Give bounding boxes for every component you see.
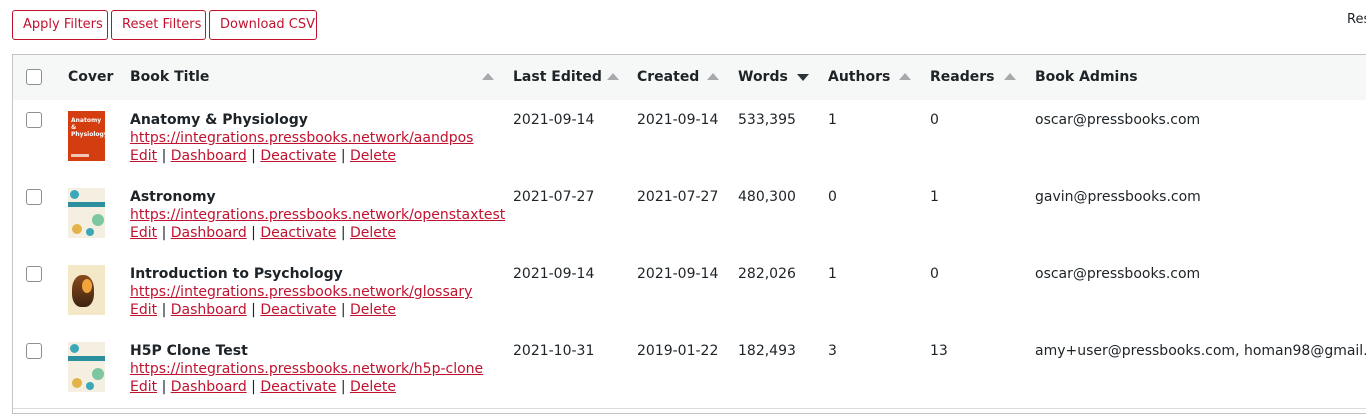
edit-link[interactable]: Edit (130, 225, 157, 241)
book-cover-image (68, 342, 105, 392)
row-checkbox[interactable] (26, 189, 42, 205)
select-all-checkbox[interactable] (26, 69, 42, 85)
column-header-authors[interactable]: Authors (828, 55, 890, 100)
delete-link[interactable]: Delete (350, 302, 396, 318)
column-header-words[interactable]: Words (738, 55, 788, 100)
table-row: Introduction to Psychology https://integ… (13, 254, 1366, 332)
last-edited-cell: 2021-10-31 (513, 343, 595, 359)
book-title: H5P Clone Test (130, 343, 248, 359)
download-csv-button[interactable]: Download CSV (209, 10, 317, 40)
sort-arrow-icon[interactable] (482, 73, 494, 80)
column-header-book-title[interactable]: Book Title (130, 55, 209, 100)
authors-cell: 0 (828, 189, 837, 205)
dashboard-link[interactable]: Dashboard (171, 302, 247, 318)
dashboard-link[interactable]: Dashboard (171, 379, 247, 395)
deactivate-link[interactable]: Deactivate (260, 379, 336, 395)
authors-cell: 3 (828, 343, 837, 359)
book-url-link[interactable]: https://integrations.pressbooks.network/… (130, 130, 473, 146)
book-cover-image (68, 265, 105, 315)
edit-link[interactable]: Edit (130, 379, 157, 395)
book-url-link[interactable]: https://integrations.pressbooks.network/… (130, 284, 472, 300)
words-cell: 480,300 (738, 189, 796, 205)
filter-toolbar: Apply Filters Reset Filters Download CSV (12, 10, 317, 40)
last-edited-cell: 2021-09-14 (513, 112, 595, 128)
sort-arrow-icon[interactable] (899, 73, 911, 80)
created-cell: 2019-01-22 (637, 343, 719, 359)
books-table: Cover Book Title Last Edited Created Wor… (12, 54, 1366, 414)
row-actions: Edit | Dashboard | Deactivate | Delete (130, 225, 396, 241)
table-row: H5P Clone Test https://integrations.pres… (13, 331, 1366, 409)
dashboard-link[interactable]: Dashboard (171, 148, 247, 164)
deactivate-link[interactable]: Deactivate (260, 148, 336, 164)
words-cell: 282,026 (738, 266, 796, 282)
row-checkbox[interactable] (26, 112, 42, 128)
last-edited-cell: 2021-07-27 (513, 189, 595, 205)
book-url-link[interactable]: https://integrations.pressbooks.network/… (130, 361, 483, 377)
book-admins-cell: oscar@pressbooks.com (1035, 112, 1201, 128)
book-admins-cell: amy+user@pressbooks.com, homan98@gmail.c… (1035, 343, 1366, 359)
book-admins-cell: gavin@pressbooks.com (1035, 189, 1201, 205)
sort-arrow-icon[interactable] (607, 73, 619, 80)
created-cell: 2021-07-27 (637, 189, 719, 205)
created-cell: 2021-09-14 (637, 112, 719, 128)
results-count-text: Res (1347, 12, 1366, 27)
column-header-book-admins: Book Admins (1035, 69, 1138, 85)
table-row: Anatomy & Physiology Anatomy & Physiolog… (13, 100, 1366, 178)
book-url-link[interactable]: https://integrations.pressbooks.network/… (130, 207, 505, 223)
created-cell: 2021-09-14 (637, 266, 719, 282)
sort-arrow-icon[interactable] (1004, 73, 1016, 80)
row-checkbox[interactable] (26, 343, 42, 359)
edit-link[interactable]: Edit (130, 302, 157, 318)
words-cell: 182,493 (738, 343, 796, 359)
edit-link[interactable]: Edit (130, 148, 157, 164)
book-title: Introduction to Psychology (130, 266, 343, 282)
table-row: Astronomy https://integrations.pressbook… (13, 177, 1366, 255)
row-actions: Edit | Dashboard | Deactivate | Delete (130, 379, 396, 395)
readers-cell: 13 (930, 343, 948, 359)
readers-cell: 0 (930, 112, 939, 128)
row-checkbox[interactable] (26, 266, 42, 282)
row-actions: Edit | Dashboard | Deactivate | Delete (130, 148, 396, 164)
delete-link[interactable]: Delete (350, 379, 396, 395)
words-cell: 533,395 (738, 112, 796, 128)
authors-cell: 1 (828, 112, 837, 128)
last-edited-cell: 2021-09-14 (513, 266, 595, 282)
column-header-created[interactable]: Created (637, 55, 699, 100)
apply-filters-button[interactable]: Apply Filters (12, 10, 108, 40)
delete-link[interactable]: Delete (350, 148, 396, 164)
delete-link[interactable]: Delete (350, 225, 396, 241)
deactivate-link[interactable]: Deactivate (260, 302, 336, 318)
dashboard-link[interactable]: Dashboard (171, 225, 247, 241)
book-admins-cell: oscar@pressbooks.com (1035, 266, 1201, 282)
table-header: Cover Book Title Last Edited Created Wor… (13, 55, 1366, 101)
book-title: Astronomy (130, 189, 216, 205)
column-header-last-edited[interactable]: Last Edited (513, 55, 602, 100)
cover-title-text: Anatomy & Physiology (71, 117, 105, 138)
book-cover-image (68, 188, 105, 238)
book-title: Anatomy & Physiology (130, 112, 308, 128)
readers-cell: 1 (930, 189, 939, 205)
sort-arrow-icon[interactable] (707, 73, 719, 80)
column-header-cover: Cover (68, 69, 114, 85)
readers-cell: 0 (930, 266, 939, 282)
column-header-readers[interactable]: Readers (930, 55, 994, 100)
row-actions: Edit | Dashboard | Deactivate | Delete (130, 302, 396, 318)
sort-descending-icon[interactable] (797, 74, 809, 81)
deactivate-link[interactable]: Deactivate (260, 225, 336, 241)
authors-cell: 1 (828, 266, 837, 282)
reset-filters-button[interactable]: Reset Filters (111, 10, 206, 40)
book-cover-image: Anatomy & Physiology (68, 111, 105, 161)
